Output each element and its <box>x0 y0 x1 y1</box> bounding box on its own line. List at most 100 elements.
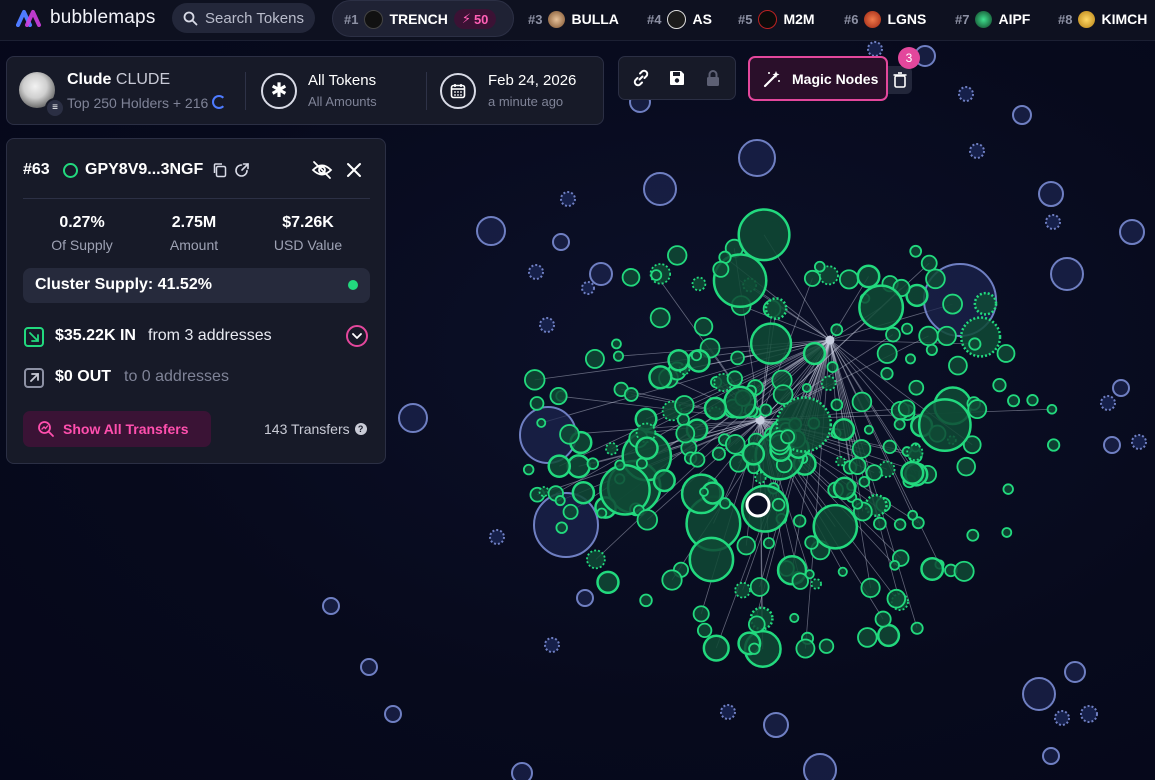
cluster-holder-bubble[interactable] <box>771 497 786 512</box>
holder-bubble[interactable] <box>576 589 594 607</box>
cluster-holder-bubble[interactable] <box>804 569 815 580</box>
cluster-holder-bubble[interactable] <box>876 623 901 648</box>
cluster-holder-bubble[interactable] <box>826 361 839 374</box>
trending-token-4[interactable]: #4 AS <box>647 0 712 38</box>
cluster-holder-bubble[interactable] <box>747 615 766 634</box>
holder-bubble[interactable] <box>1012 105 1032 125</box>
contract-bubble[interactable] <box>544 637 560 653</box>
cluster-holder-bubble[interactable] <box>586 457 600 470</box>
cluster-holder-bubble[interactable] <box>1026 394 1039 407</box>
cluster-holder-bubble[interactable] <box>724 434 746 455</box>
cluster-holder-bubble[interactable] <box>554 495 566 507</box>
cluster-holder-bubble[interactable] <box>865 464 883 482</box>
cluster-holder-bubble[interactable] <box>549 386 568 406</box>
cluster-holder-bubble[interactable] <box>801 383 812 393</box>
holder-bubble[interactable] <box>738 139 776 177</box>
holder-bubble[interactable] <box>511 762 533 780</box>
cluster-holder-bubble[interactable] <box>920 556 945 581</box>
hide-eye-icon[interactable] <box>311 160 333 185</box>
holder-bubble[interactable] <box>643 172 677 206</box>
cluster-holder-bubble[interactable] <box>674 395 695 416</box>
cluster-holder-bubble[interactable] <box>837 566 848 577</box>
cluster-holder-bubble[interactable] <box>936 325 957 347</box>
save-icon[interactable] <box>665 66 689 90</box>
holder-bubble[interactable] <box>1103 436 1121 454</box>
cluster-holder-bubble[interactable] <box>536 417 547 428</box>
cluster-holder-bubble[interactable] <box>920 254 938 272</box>
cluster-holder-bubble[interactable] <box>524 369 546 391</box>
cluster-holder-bubble[interactable] <box>885 326 901 343</box>
holder-bubble[interactable] <box>552 233 570 251</box>
cluster-holder-bubble[interactable] <box>860 577 881 598</box>
cluster-holder-bubble[interactable] <box>882 439 897 455</box>
cluster-holder-bubble[interactable] <box>851 439 872 459</box>
cluster-holder-bubble[interactable] <box>612 350 625 362</box>
cluster-holder-bubble[interactable] <box>759 403 773 417</box>
cluster-holder-bubble[interactable] <box>901 322 914 335</box>
holder-bubble[interactable] <box>322 597 340 615</box>
cluster-holder-bubble[interactable] <box>830 323 844 337</box>
cluster-holder-bubble[interactable] <box>614 459 626 471</box>
filter-title[interactable]: All Tokens <box>308 72 376 89</box>
cluster-holder-bubble[interactable] <box>973 291 998 316</box>
cluster-holder-bubble[interactable] <box>639 593 653 608</box>
cluster-holder-bubble[interactable] <box>547 454 572 478</box>
cluster-holder-bubble[interactable] <box>730 350 745 366</box>
cluster-holder-bubble[interactable] <box>832 418 856 442</box>
holder-bubble[interactable] <box>803 753 837 780</box>
cluster-holder-bubble[interactable] <box>692 605 710 623</box>
cluster-holder-bubble[interactable] <box>813 260 826 273</box>
cluster-holder-bubble[interactable] <box>749 322 793 365</box>
cluster-holder-bubble[interactable] <box>900 460 925 485</box>
cluster-holder-bubble[interactable] <box>996 344 1016 363</box>
cluster-holder-bubble[interactable] <box>908 379 925 396</box>
cluster-holder-bubble[interactable] <box>953 560 975 582</box>
cluster-holder-bubble[interactable] <box>918 325 939 347</box>
cluster-holder-bubble[interactable] <box>886 588 907 609</box>
contract-bubble[interactable] <box>1054 710 1070 726</box>
cluster-holder-bubble[interactable] <box>649 307 671 329</box>
trending-token-1[interactable]: #1 TRENCH ⚡ 50 <box>344 0 497 38</box>
cluster-holder-bubble[interactable] <box>559 424 580 445</box>
brand-logo[interactable]: bubblemaps <box>16 6 156 30</box>
contract-bubble[interactable] <box>1080 705 1098 723</box>
cluster-holder-bubble[interactable] <box>876 343 898 364</box>
calendar-icon[interactable] <box>440 73 476 109</box>
cluster-holder-bubble[interactable] <box>652 469 676 493</box>
cluster-holder-bubble[interactable] <box>910 621 924 635</box>
cluster-holder-bubble[interactable] <box>907 509 919 521</box>
contract-bubble[interactable] <box>1045 214 1061 230</box>
cluster-holder-bubble[interactable] <box>522 463 535 476</box>
trending-token-5[interactable]: #5 M2M <box>738 0 815 38</box>
cluster-holder-bubble[interactable] <box>555 521 568 534</box>
cluster-holder-bubble[interactable] <box>835 455 846 467</box>
holder-bubble[interactable] <box>1119 219 1145 245</box>
cluster-holder-bubble[interactable] <box>889 559 900 571</box>
cluster-holder-bubble[interactable] <box>966 528 980 542</box>
cluster-holder-bubble[interactable] <box>635 436 659 461</box>
cluster-holder-bubble[interactable] <box>857 627 878 648</box>
cluster-holder-bubble[interactable] <box>690 350 703 362</box>
cluster-holder-bubble[interactable] <box>711 446 726 461</box>
contract-bubble[interactable] <box>560 191 576 207</box>
cluster-holder-bubble[interactable] <box>863 424 874 435</box>
cluster-holder-bubble[interactable] <box>795 638 816 659</box>
cluster-holder-bubble[interactable] <box>956 456 976 477</box>
contract-bubble[interactable] <box>1100 395 1116 411</box>
cluster-holder-bubble[interactable] <box>789 612 800 623</box>
cluster-holder-bubble[interactable] <box>893 518 907 531</box>
cluster-holder-bubble[interactable] <box>858 475 871 488</box>
cluster-holder-bubble[interactable] <box>818 638 835 654</box>
cluster-holder-bubble[interactable] <box>689 451 706 468</box>
cluster-holder-bubble[interactable] <box>793 514 807 528</box>
cluster-holder-bubble[interactable] <box>873 516 887 531</box>
cluster-holder-bubble[interactable] <box>772 384 794 405</box>
cluster-holder-bubble[interactable] <box>968 337 982 351</box>
copy-icon[interactable] <box>212 162 228 183</box>
holder-bubble[interactable] <box>1022 677 1056 711</box>
cluster-holder-bubble[interactable] <box>734 581 751 599</box>
selected-wallet-bubble[interactable] <box>745 492 771 518</box>
chevron-down-icon[interactable] <box>346 325 368 347</box>
cluster-holder-bubble[interactable] <box>741 442 766 466</box>
boost-badge[interactable]: ⚡ 50 <box>453 9 497 29</box>
